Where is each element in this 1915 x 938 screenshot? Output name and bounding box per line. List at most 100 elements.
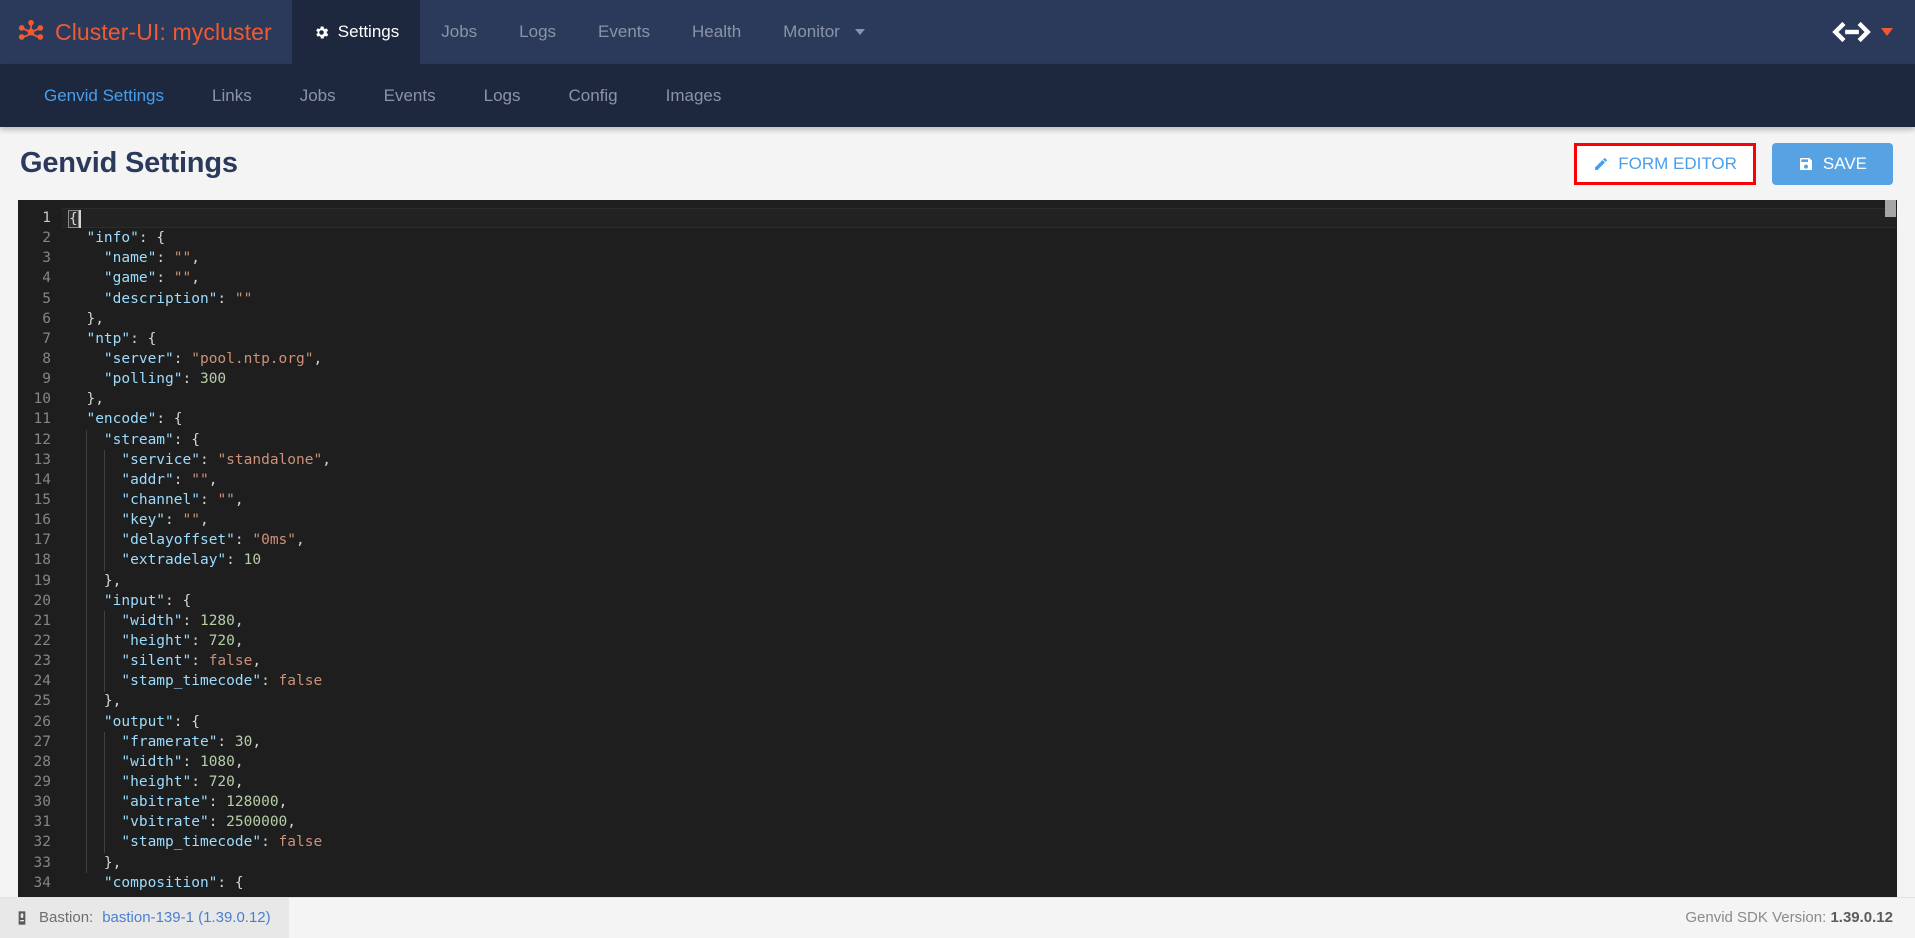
editor-token: , <box>235 492 244 508</box>
editor-line[interactable]: "framerate": 30, <box>62 732 1897 752</box>
editor-line[interactable]: "info": { <box>62 228 1897 248</box>
editor-vertical-scrollbar[interactable] <box>1883 200 1897 925</box>
editor-token: "stamp_timecode" <box>121 834 261 850</box>
editor-token: 1280 <box>200 613 235 629</box>
nav-item-jobs-label: Jobs <box>441 22 477 42</box>
nav-item-health[interactable]: Health <box>671 0 762 64</box>
nav-item-settings[interactable]: Settings <box>292 0 420 64</box>
editor-line[interactable]: "service": "standalone", <box>62 450 1897 470</box>
editor-line[interactable]: }, <box>62 389 1897 409</box>
editor-line[interactable]: "server": "pool.ntp.org", <box>62 349 1897 369</box>
editor-indent <box>69 653 121 669</box>
editor-line[interactable]: "composition": { <box>62 873 1897 893</box>
editor-line[interactable]: { <box>62 208 1897 228</box>
editor-line[interactable]: "stamp_timecode": false <box>62 671 1897 691</box>
form-editor-button[interactable]: FORM EDITOR <box>1581 148 1749 180</box>
editor-token: , <box>200 512 209 528</box>
editor-indent-guide <box>104 611 105 692</box>
editor-indent-guide <box>104 732 105 853</box>
editor-line[interactable]: "width": 1080, <box>62 752 1897 772</box>
editor-line-number: 27 <box>18 732 62 752</box>
editor-token: false <box>279 673 323 689</box>
editor-line[interactable]: }, <box>62 571 1897 591</box>
save-button[interactable]: SAVE <box>1772 143 1893 185</box>
editor-line[interactable]: "description": "" <box>62 289 1897 309</box>
editor-line[interactable]: }, <box>62 309 1897 329</box>
editor-line[interactable]: "delayoffset": "0ms", <box>62 530 1897 550</box>
cluster-hub-icon <box>18 19 44 45</box>
editor-token: 30 <box>235 734 252 750</box>
footer-bar: Bastion: bastion-139-1 (1.39.0.12) Genvi… <box>0 897 1915 937</box>
nav-item-jobs[interactable]: Jobs <box>420 0 498 64</box>
editor-token: : <box>217 734 234 750</box>
editor-indent <box>69 291 104 307</box>
editor-line[interactable]: "ntp": { <box>62 329 1897 349</box>
nav-item-events[interactable]: Events <box>577 0 671 64</box>
editor-line[interactable]: "encode": { <box>62 409 1897 429</box>
subnav-item-logs[interactable]: Logs <box>460 86 545 106</box>
editor-line[interactable]: }, <box>62 691 1897 711</box>
editor-token: "ntp" <box>86 331 130 347</box>
editor-token: 720 <box>209 633 235 649</box>
editor-line[interactable]: "abitrate": 128000, <box>62 792 1897 812</box>
nav-item-monitor[interactable]: Monitor <box>762 0 886 64</box>
editor-indent <box>69 875 104 891</box>
editor-indent <box>69 532 121 548</box>
subnav-item-images[interactable]: Images <box>642 86 746 106</box>
editor-token: "key" <box>121 512 165 528</box>
editor-token: "width" <box>121 613 182 629</box>
primary-nav-items: Settings Jobs Logs Events Health Monitor <box>292 0 886 64</box>
editor-indent <box>69 452 121 468</box>
editor-token: "polling" <box>104 371 183 387</box>
json-code-editor[interactable]: 1234567891011121314151617181920212223242… <box>18 200 1897 925</box>
editor-token: : <box>183 754 200 770</box>
subnav-item-config[interactable]: Config <box>544 86 641 106</box>
nav-item-logs[interactable]: Logs <box>498 0 577 64</box>
editor-line[interactable]: "height": 720, <box>62 772 1897 792</box>
editor-line[interactable]: "input": { <box>62 591 1897 611</box>
editor-token: : <box>183 613 200 629</box>
bastion-link[interactable]: bastion-139-1 (1.39.0.12) <box>102 909 270 926</box>
genvid-logo-menu[interactable] <box>1830 0 1915 64</box>
editor-line[interactable]: }, <box>62 853 1897 873</box>
editor-line-number: 24 <box>18 671 62 691</box>
editor-line-number: 19 <box>18 571 62 591</box>
editor-line[interactable]: "key": "", <box>62 510 1897 530</box>
editor-line[interactable]: "polling": 300 <box>62 369 1897 389</box>
subnav-item-jobs[interactable]: Jobs <box>276 86 360 106</box>
editor-line[interactable]: "vbitrate": 2500000, <box>62 812 1897 832</box>
editor-token: , <box>279 794 288 810</box>
chevron-down-icon <box>855 29 865 35</box>
editor-token: "" <box>217 492 234 508</box>
editor-token: 720 <box>209 774 235 790</box>
editor-scrollbar-thumb[interactable] <box>1885 200 1896 217</box>
editor-line-number: 13 <box>18 450 62 470</box>
brand-link[interactable]: Cluster-UI: mycluster <box>0 0 292 64</box>
editor-line[interactable]: "width": 1280, <box>62 611 1897 631</box>
editor-token: : <box>156 270 173 286</box>
subnav-item-links[interactable]: Links <box>188 86 276 106</box>
editor-line-number: 28 <box>18 752 62 772</box>
editor-line[interactable]: "name": "", <box>62 248 1897 268</box>
editor-token: 1080 <box>200 754 235 770</box>
editor-line[interactable]: "height": 720, <box>62 631 1897 651</box>
editor-line[interactable]: "silent": false, <box>62 651 1897 671</box>
editor-line[interactable]: "stamp_timecode": false <box>62 832 1897 852</box>
editor-token: "input" <box>104 593 165 609</box>
editor-indent <box>69 633 121 649</box>
editor-indent <box>69 734 121 750</box>
bastion-status[interactable]: Bastion: bastion-139-1 (1.39.0.12) <box>0 898 289 938</box>
subnav-item-genvid-settings[interactable]: Genvid Settings <box>20 86 188 106</box>
editor-line[interactable]: "channel": "", <box>62 490 1897 510</box>
editor-line[interactable]: "output": { <box>62 712 1897 732</box>
editor-line-number: 32 <box>18 832 62 852</box>
editor-line[interactable]: "stream": { <box>62 430 1897 450</box>
editor-token: { <box>69 211 78 227</box>
editor-line[interactable]: "extradelay": 10 <box>62 550 1897 570</box>
subnav-item-events[interactable]: Events <box>360 86 460 106</box>
editor-code-area[interactable]: { "info": { "name": "", "game": "", "des… <box>62 200 1897 925</box>
editor-line-number: 22 <box>18 631 62 651</box>
editor-line[interactable]: "addr": "", <box>62 470 1897 490</box>
editor-line[interactable]: "game": "", <box>62 268 1897 288</box>
editor-token: "server" <box>104 351 174 367</box>
